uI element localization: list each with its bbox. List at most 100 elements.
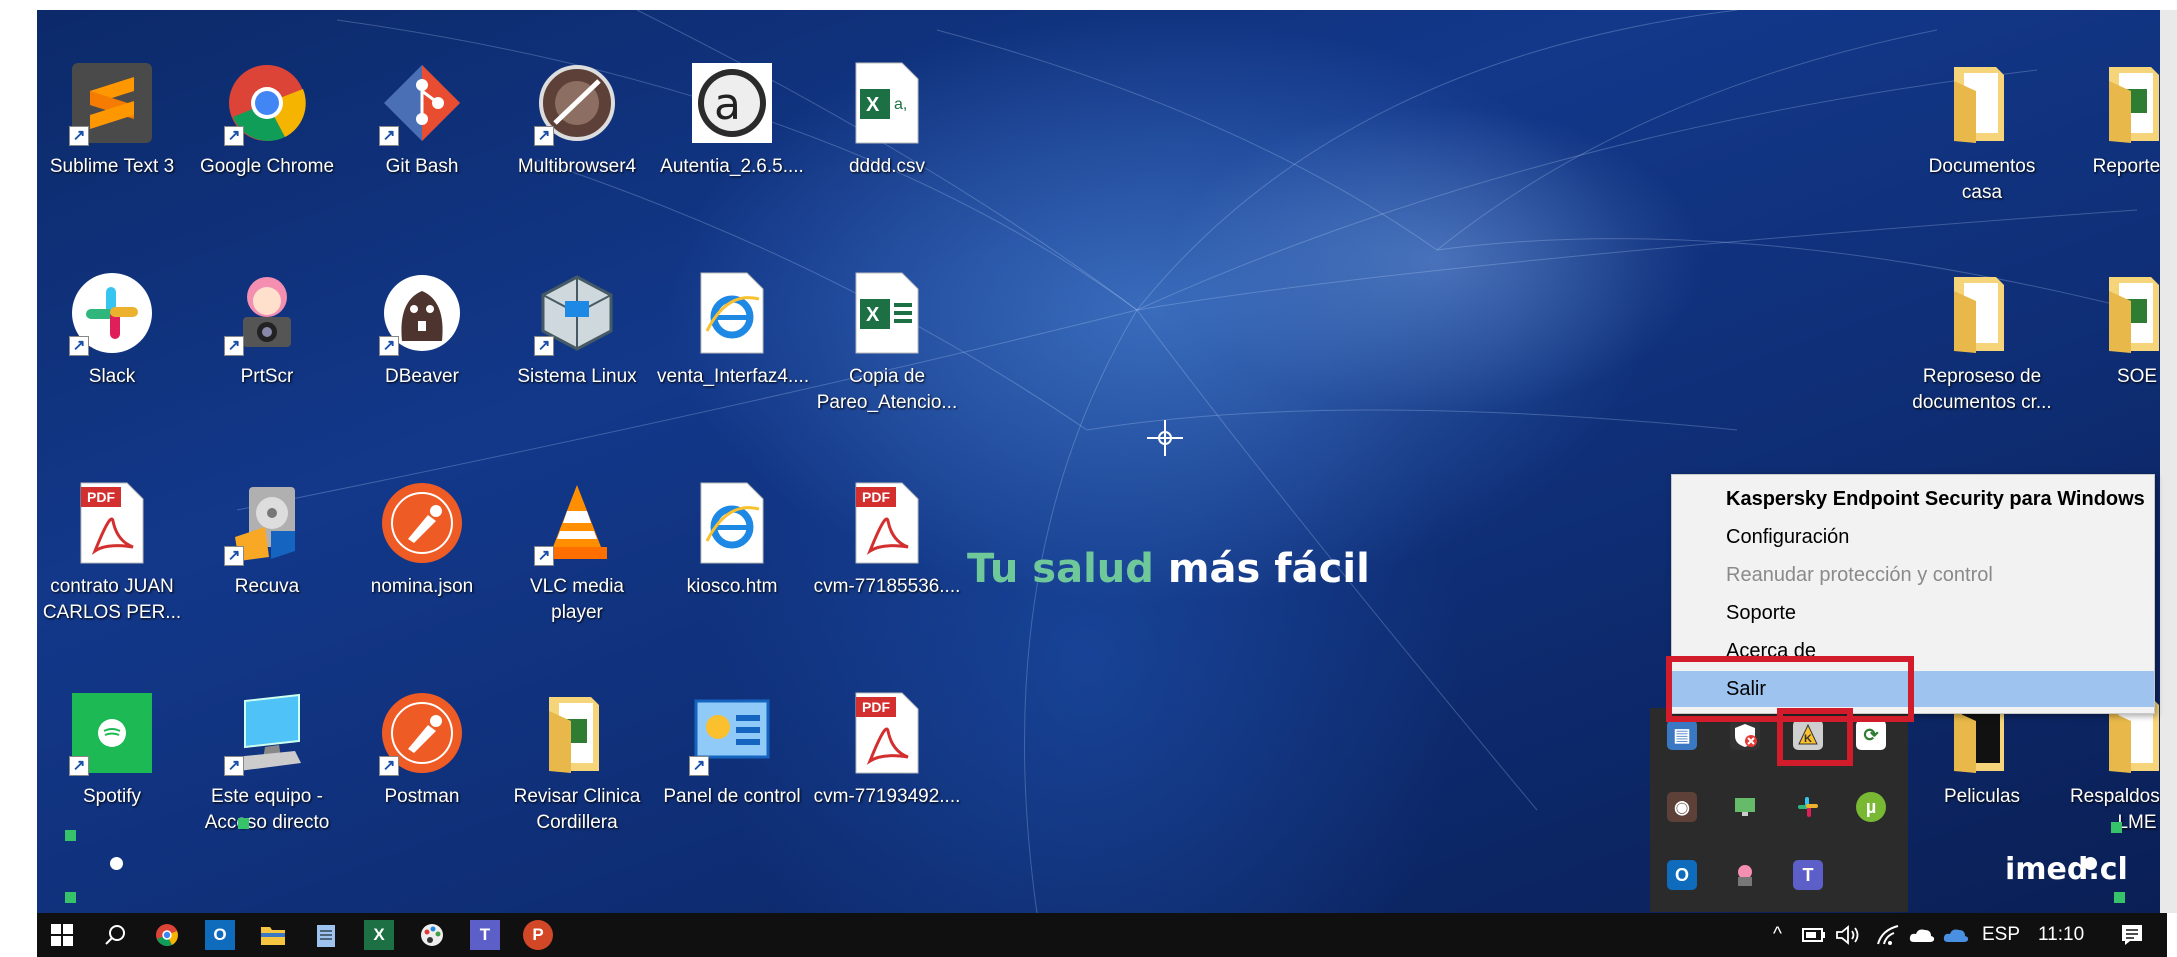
wallpaper-dot <box>110 857 123 870</box>
battery-icon[interactable] <box>1799 920 1829 950</box>
shortcut-arrow-icon: ↗ <box>224 756 244 776</box>
desktop-icon-dddd-csv[interactable]: Xa, dddd.csv <box>812 60 962 210</box>
notifications-icon[interactable] <box>2117 920 2147 950</box>
icon-label: Peliculas <box>1943 786 2021 807</box>
display-icon[interactable] <box>1730 792 1760 822</box>
wallpaper-brand: imed.cl <box>2005 852 2128 887</box>
desktop-icon-git-bash[interactable]: ↗ Git Bash <box>347 60 497 210</box>
teams-tray-icon[interactable]: T <box>1793 860 1823 890</box>
menu-item-acerca-de[interactable]: Acerca de <box>1672 633 2154 657</box>
desktop-icon-reporteria[interactable]: Reporteria <box>2062 60 2167 210</box>
wifi-icon[interactable] <box>1873 920 1903 950</box>
svg-text:PDF: PDF <box>862 489 890 505</box>
icon-label: Copia de Pareo_Atencio... <box>816 366 958 413</box>
show-hidden-icons-button[interactable]: ^ <box>1773 923 1782 947</box>
icon-label: contrato JUAN CARLOS PER... <box>42 576 182 623</box>
desktop-icon-multibrowser[interactable]: ↗ Multibrowser4 <box>502 60 652 210</box>
window-edge <box>2160 10 2177 913</box>
shortcut-arrow-icon: ↗ <box>69 126 89 146</box>
desktop-icon-vlc[interactable]: ↗ VLC media player <box>502 480 652 630</box>
taskbar: O X T P ^ ESP 11:10 <box>37 913 2167 957</box>
menu-item-kaspersky-title[interactable]: Kaspersky Endpoint Security para Windows <box>1672 481 2154 517</box>
mouse-crosshair-icon <box>1147 420 1183 456</box>
sublime-icon: ↗ <box>69 60 155 146</box>
folder-icon <box>1939 60 2025 146</box>
icon-label: venta_Interfaz4.... <box>657 366 810 387</box>
icon-label: PrtScr <box>240 366 294 387</box>
virtualbox-icon: ↗ <box>534 270 620 356</box>
svg-text:PDF: PDF <box>862 699 890 715</box>
desktop-icon-copia-pareo[interactable]: X Copia de Pareo_Atencio... <box>812 270 962 420</box>
desktop-icon-spotify[interactable]: ↗ Spotify <box>37 690 187 840</box>
wallpaper-slogan: Tu salud más fácil <box>967 546 1370 592</box>
folder-icon <box>2094 60 2167 146</box>
postman-icon <box>379 480 465 566</box>
folder-icon <box>1939 270 2025 356</box>
menu-item-reanudar-proteccion: Reanudar protección y control <box>1726 564 1993 586</box>
vpn-globe-icon[interactable]: ◉ <box>1667 792 1697 822</box>
desktop-icon-sublime[interactable]: ↗ Sublime Text 3 <box>37 60 187 210</box>
desktop-icon-chrome[interactable]: ↗ Google Chrome <box>192 60 342 210</box>
desktop-icon-sistema-linux[interactable]: ↗ Sistema Linux <box>502 270 652 420</box>
menu-item-configuracion[interactable]: Configuración <box>1672 519 2154 555</box>
kaspersky-blocked-icon[interactable] <box>1730 720 1760 750</box>
powerpoint-icon[interactable]: P <box>523 920 553 950</box>
desktop-icon-kiosco[interactable]: kiosco.htm <box>657 480 807 630</box>
autentia-icon: a <box>689 60 775 146</box>
icon-label: Revisar Clinica Cordillera <box>513 786 641 833</box>
teams-icon[interactable]: T <box>470 920 500 950</box>
paint-icon[interactable] <box>417 920 447 950</box>
icon-label: Postman <box>384 786 460 807</box>
postman-icon: ↗ <box>379 690 465 776</box>
windows-start-icon[interactable] <box>47 920 77 950</box>
clock[interactable]: 11:10 <box>2038 923 2084 947</box>
volume-icon[interactable] <box>1833 920 1863 950</box>
desktop-icon-documentos-casa[interactable]: Documentos casa <box>1907 60 2057 210</box>
desktop-icon-soe[interactable]: SOE <box>2062 270 2167 420</box>
outlook-tray-icon[interactable]: O <box>1667 860 1697 890</box>
desktop-icon-recuva[interactable]: ↗ Recuva <box>192 480 342 630</box>
icon-label: Spotify <box>82 786 142 807</box>
desktop-icon-nomina-json[interactable]: nomina.json <box>347 480 497 630</box>
desktop-icon-venta-interfaz[interactable]: venta_Interfaz4.... <box>657 270 810 420</box>
outlook-icon[interactable]: O <box>205 920 235 950</box>
desktop-icon-panel-de-control[interactable]: ↗ Panel de control <box>657 690 807 840</box>
shortcut-arrow-icon: ↗ <box>224 546 244 566</box>
onedrive-business-icon[interactable] <box>1941 920 1971 950</box>
utorrent-icon[interactable]: µ <box>1856 792 1886 822</box>
slack-tray-icon[interactable] <box>1793 792 1823 822</box>
document-sync-icon[interactable]: ⟳ <box>1856 720 1886 750</box>
network-adapter-icon[interactable]: ▤ <box>1667 720 1697 750</box>
desktop-icon-slack[interactable]: ↗ Slack <box>37 270 187 420</box>
vlc-icon: ↗ <box>534 480 620 566</box>
input-language[interactable]: ESP <box>1982 923 2020 947</box>
shortcut-arrow-icon: ↗ <box>224 336 244 356</box>
menu-item-soporte[interactable]: Soporte <box>1672 595 2154 631</box>
desktop-icon-cvm-77185536[interactable]: PDF cvm-77185536.... <box>812 480 962 630</box>
search-icon[interactable] <box>100 920 130 950</box>
multibrowser-icon: ↗ <box>534 60 620 146</box>
file-explorer-icon[interactable] <box>258 920 288 950</box>
onedrive-personal-icon[interactable] <box>1907 920 1937 950</box>
icon-label: Sistema Linux <box>517 366 637 387</box>
desktop-icon-prtscr[interactable]: ↗ PrtScr <box>192 270 342 420</box>
desktop-icon-dbeaver[interactable]: ↗ DBeaver <box>347 270 497 420</box>
desktop-icon-autentia[interactable]: a Autentia_2.6.5.... <box>657 60 807 210</box>
pdf-icon: PDF <box>844 690 930 776</box>
shortcut-arrow-icon: ↗ <box>534 546 554 566</box>
chrome-icon[interactable] <box>152 920 182 950</box>
excel-icon[interactable]: X <box>364 920 394 950</box>
desktop-icon-cvm-77193492[interactable]: PDF cvm-77193492.... <box>812 690 962 840</box>
icon-label: Sublime Text 3 <box>49 156 175 177</box>
svg-text:X: X <box>866 304 880 326</box>
ie-file-icon <box>689 270 775 356</box>
desktop-icon-revisar-clinica[interactable]: Revisar Clinica Cordillera <box>502 690 652 840</box>
icon-label: DBeaver <box>385 366 459 387</box>
desktop-icon-reproseso[interactable]: Reproseso de documentos cr... <box>1907 270 2057 420</box>
computer-icon: ↗ <box>224 690 310 776</box>
desktop-icon-contrato-pdf[interactable]: PDF contrato JUAN CARLOS PER... <box>37 480 187 630</box>
desktop-icon-postman[interactable]: ↗ Postman <box>347 690 497 840</box>
desktop-icon-este-equipo[interactable]: ↗ Este equipo - Acceso directo <box>192 690 342 840</box>
notepad-icon[interactable] <box>311 920 341 950</box>
greenshot-icon[interactable] <box>1730 860 1760 890</box>
